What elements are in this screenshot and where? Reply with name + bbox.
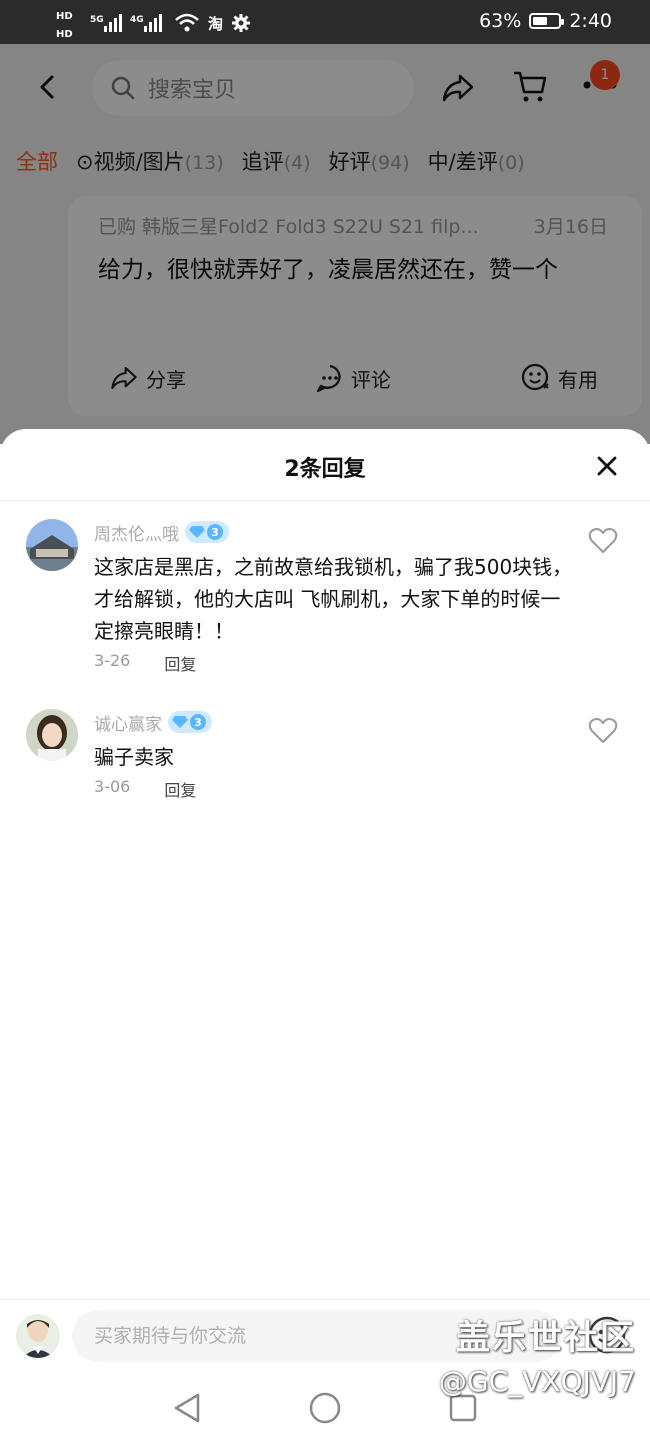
gear-icon [232,14,251,32]
status-icons-left: HD HD 5G 4G 淘 [56,6,251,40]
reply-item: 周杰伦灬哦 3 这家店是黑店，之前故意给我锁机，骗了我500块钱，才给解锁，他的… [26,519,626,674]
wifi-icon [175,13,199,32]
replies-sheet: 2条回复 周杰伦灬哦 3 这家店是黑店，之前故意给我锁机，骗了我500块钱，才给… [0,429,650,1444]
my-avatar [16,1314,60,1358]
heart-icon[interactable] [588,717,618,745]
battery-icon [529,13,565,29]
reply-button[interactable]: 回复 [164,777,196,801]
modal-overlay[interactable] [0,44,650,444]
reply-body: 诚心赢家 3 骗子卖家 3-06 回复 [94,709,574,801]
taobao-icon: 淘 [208,14,224,33]
username[interactable]: 周杰伦灬哦 [94,520,179,545]
reply-footer: 3-26 回复 [94,651,574,675]
status-icons-right: 63% 2:40 [479,10,612,32]
reply-user: 周杰伦灬哦 3 [94,519,574,545]
svg-text:4G: 4G [130,15,144,25]
status-bar: HD HD 5G 4G 淘 63% 2:40 [0,0,650,44]
heart-icon[interactable] [588,527,618,555]
reply-user: 诚心赢家 3 [94,709,574,735]
reply-text: 这家店是黑店，之前故意给我锁机，骗了我500块钱，才给解锁，他的大店叫 飞帆刷机… [94,555,573,643]
reply-body: 周杰伦灬哦 3 这家店是黑店，之前故意给我锁机，骗了我500块钱，才给解锁，他的… [94,519,574,675]
battery-level [533,17,547,25]
sheet-title: 2条回复 [284,457,366,482]
reply-footer: 3-06 回复 [94,777,574,801]
signal-icons: HD HD 5G 4G [56,11,162,40]
diamond-icon [172,716,188,728]
svg-text:HD: HD [56,11,73,22]
level-badge: 3 [168,711,212,733]
reply-text: 骗子卖家 [94,745,174,769]
avatar[interactable] [26,709,78,761]
nav-back-icon[interactable] [170,1391,204,1425]
watermark-title: 盖乐世社区 [456,1318,636,1358]
watermark: 盖乐世社区 @GC_VXQJVJ7 [439,1310,636,1398]
clock: 2:40 [569,10,612,32]
reply-date: 3-26 [94,651,131,670]
username[interactable]: 诚心赢家 [94,710,162,735]
reply-button[interactable]: 回复 [164,651,196,675]
avatar[interactable] [26,519,78,571]
reply-date: 3-06 [94,777,131,796]
sheet-header: 2条回复 [0,429,650,501]
watermark-handle: @GC_VXQJVJ7 [438,1365,636,1398]
reply-item: 诚心赢家 3 骗子卖家 3-06 回复 [26,709,626,801]
level-badge: 3 [185,521,229,543]
svg-text:5G: 5G [90,15,104,25]
close-icon[interactable] [594,453,620,479]
battery-percent: 63% [479,10,522,32]
nav-home-icon[interactable] [308,1391,342,1425]
svg-text:HD: HD [56,29,73,40]
diamond-icon [189,526,205,538]
